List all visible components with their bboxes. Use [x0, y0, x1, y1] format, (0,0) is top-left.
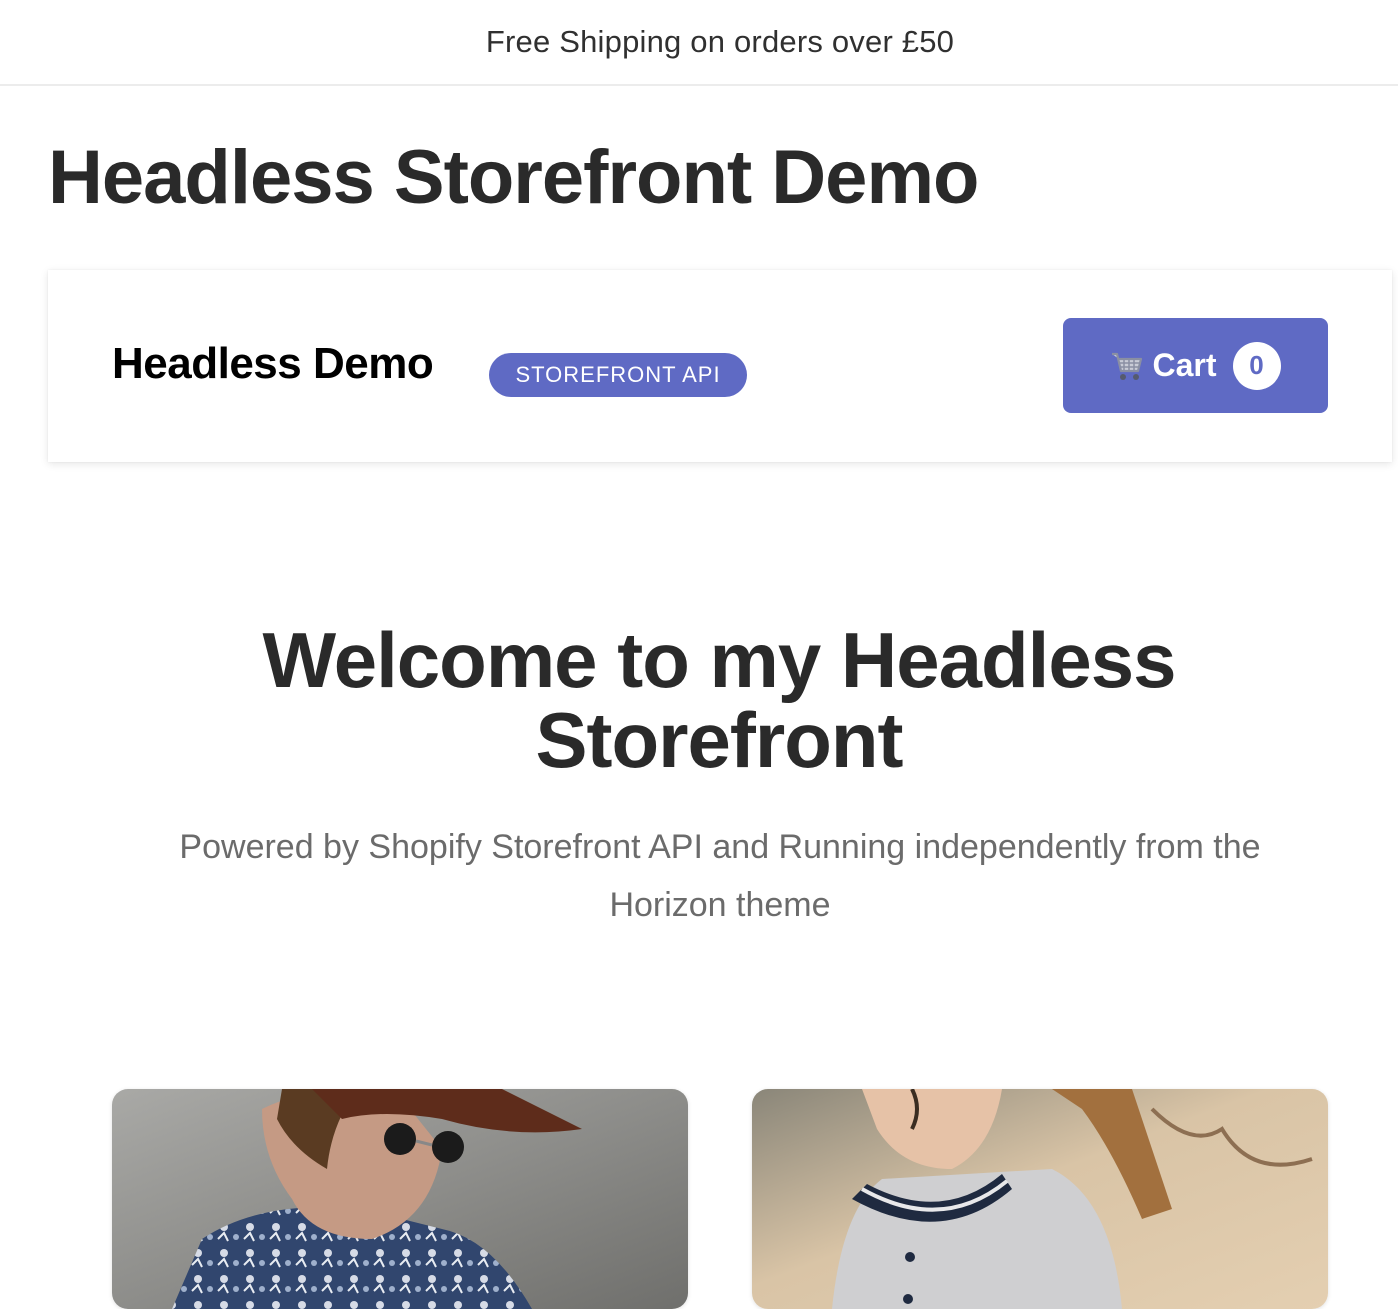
cart-label: Cart — [1152, 347, 1217, 383]
cart-count-badge: 0 — [1232, 341, 1281, 390]
hero-section: Welcome to my Headless Storefront Powere… — [0, 620, 1398, 934]
shopping-cart-icon — [1112, 352, 1143, 380]
brand-name[interactable]: Headless Demo — [112, 339, 434, 388]
product-image[interactable] — [752, 1089, 1328, 1309]
product-image[interactable] — [112, 1089, 688, 1309]
site-header: Headless Demo STOREFRONT API Cart 0 — [48, 270, 1392, 462]
hero-subtitle: Powered by Shopify Storefront API and Ru… — [179, 828, 1261, 924]
hero-title: Welcome to my Headless Storefront — [262, 616, 1177, 784]
announcement-text: Free Shipping on orders over £50 — [485, 24, 955, 59]
cart-button[interactable]: Cart 0 — [1063, 318, 1328, 413]
page-title: Headless Storefront Demo — [48, 135, 979, 220]
announcement-bar: Free Shipping on orders over £50 — [0, 0, 1398, 86]
product-card[interactable] — [752, 1089, 1328, 1309]
product-card[interactable] — [112, 1089, 688, 1309]
storefront-api-badge: STOREFRONT API — [489, 353, 747, 397]
